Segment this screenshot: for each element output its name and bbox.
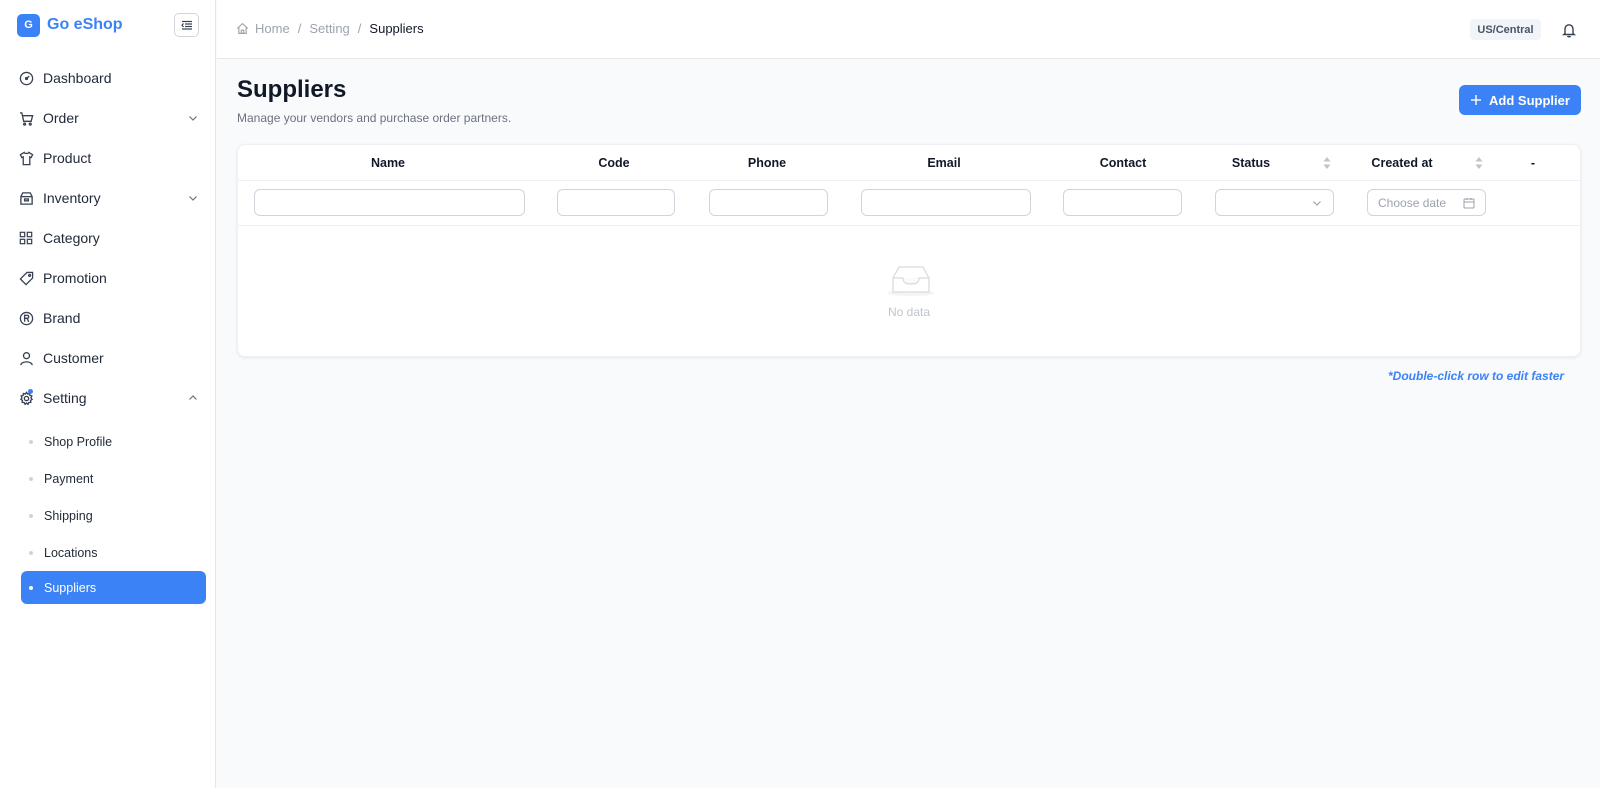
sidebar-collapse-button[interactable] [174, 13, 199, 37]
gear-icon [18, 389, 34, 406]
breadcrumb-separator: / [357, 21, 362, 36]
page-subtitle: Manage your vendors and purchase order p… [237, 111, 512, 125]
bullet-dot [29, 439, 33, 444]
chevron-down-icon [189, 196, 197, 201]
sidebar-item-dashboard[interactable]: Dashboard [0, 60, 215, 96]
sidebar-item-customer[interactable]: Customer [0, 340, 215, 376]
bullet-dot [29, 513, 33, 518]
box-icon [18, 190, 34, 206]
notification-dot [28, 389, 33, 394]
timezone-badge[interactable]: US/Central [1470, 19, 1541, 40]
bell-icon[interactable] [1561, 22, 1577, 38]
sidebar-item-label: Product [43, 150, 92, 166]
bullet-dot [29, 585, 33, 590]
empty-inbox-icon [887, 266, 935, 296]
sidebar-subitem-label: Shop Profile [44, 434, 113, 449]
sidebar-item-label: Brand [43, 310, 81, 326]
brand-name: Go eShop [47, 16, 123, 33]
bullet-dot [29, 476, 33, 481]
breadcrumb-home[interactable]: Home [255, 21, 290, 36]
date-placeholder: Choose date [1378, 196, 1447, 210]
code-filter-input[interactable] [557, 189, 675, 216]
name-filter-input[interactable] [254, 189, 525, 216]
sidebar-item-label: Category [43, 230, 100, 246]
sidebar-subitem-shipping[interactable]: Shipping [21, 499, 206, 532]
column-header-email[interactable]: Email [860, 156, 1028, 170]
status-filter-select[interactable] [1215, 189, 1334, 216]
column-header-contact[interactable]: Contact [1064, 156, 1182, 170]
sort-icon[interactable] [1323, 156, 1331, 170]
sidebar-item-label: Customer [43, 350, 104, 366]
contact-filter-input[interactable] [1063, 189, 1182, 216]
empty-state-text: No data [887, 305, 931, 319]
breadcrumb-current: Suppliers [369, 21, 424, 36]
sidebar-item-label: Order [43, 110, 79, 126]
tag-icon [18, 270, 34, 286]
column-header-status[interactable]: Status [1192, 156, 1310, 170]
sidebar-subitem-payment[interactable]: Payment [21, 462, 206, 495]
sidebar-item-brand[interactable]: Brand [0, 300, 215, 336]
plus-icon [1471, 95, 1482, 105]
column-header-code[interactable]: Code [555, 156, 673, 170]
grid-icon [18, 230, 34, 246]
top-header: Home / Setting / Suppliers US/Central [217, 0, 1600, 59]
sidebar-subitem-label: Suppliers [44, 580, 97, 595]
brand-logo: G [17, 13, 40, 37]
breadcrumb: Home / Setting / Suppliers [236, 21, 424, 36]
sidebar-item-label: Promotion [43, 270, 107, 286]
header-divider [238, 180, 1580, 181]
sidebar-item-product[interactable]: Product [0, 140, 215, 176]
breadcrumb-setting[interactable]: Setting [309, 21, 349, 36]
dashboard-icon [18, 70, 34, 86]
chevron-down-icon [189, 116, 197, 121]
menu-collapse-icon [180, 20, 192, 30]
sidebar-item-promotion[interactable]: Promotion [0, 260, 215, 296]
sidebar-subitem-label: Shipping [44, 508, 93, 523]
column-header-name[interactable]: Name [238, 156, 538, 170]
add-supplier-label: Add Supplier [1489, 92, 1570, 108]
filter-divider [238, 225, 1580, 226]
chevron-down-icon [1313, 201, 1321, 206]
sidebar: G Go eShop Dashboard Order Product Inven… [0, 0, 216, 788]
sidebar-item-setting[interactable]: Setting [0, 380, 215, 416]
column-header-created-at[interactable]: Created at [1343, 156, 1461, 170]
brand[interactable]: G Go eShop [17, 13, 123, 37]
sidebar-item-label: Dashboard [43, 70, 112, 86]
home-icon[interactable] [236, 22, 249, 35]
sidebar-subitem-shop-profile[interactable]: Shop Profile [21, 425, 206, 458]
breadcrumb-separator: / [297, 21, 302, 36]
cart-icon [18, 110, 34, 126]
page-title: Suppliers [237, 76, 347, 103]
suppliers-table: Name Code Phone Email Contact Status Cre… [237, 144, 1581, 357]
calendar-icon [1463, 198, 1475, 209]
created-at-date-picker[interactable]: Choose date [1367, 189, 1486, 216]
sidebar-item-label: Setting [43, 390, 87, 406]
chevron-up-icon [189, 395, 197, 400]
sidebar-subitem-locations[interactable]: Locations [21, 536, 206, 569]
sidebar-subitem-label: Locations [44, 545, 98, 560]
sidebar-subitem-label: Payment [44, 471, 94, 486]
sidebar-item-category[interactable]: Category [0, 220, 215, 256]
registered-icon [18, 310, 34, 326]
sidebar-item-label: Inventory [43, 190, 101, 206]
column-header-phone[interactable]: Phone [708, 156, 826, 170]
edit-hint: *Double-click row to edit faster [1388, 369, 1565, 383]
column-header-actions: - [1530, 156, 1536, 170]
phone-filter-input[interactable] [709, 189, 828, 216]
sidebar-item-order[interactable]: Order [0, 100, 215, 136]
sidebar-subitem-suppliers[interactable]: Suppliers [21, 571, 206, 604]
add-supplier-button[interactable]: Add Supplier [1459, 85, 1581, 115]
sort-icon[interactable] [1475, 156, 1483, 170]
email-filter-input[interactable] [861, 189, 1031, 216]
shirt-icon [18, 150, 34, 166]
sidebar-item-inventory[interactable]: Inventory [0, 180, 215, 216]
user-icon [18, 350, 34, 366]
bullet-dot [29, 550, 33, 555]
